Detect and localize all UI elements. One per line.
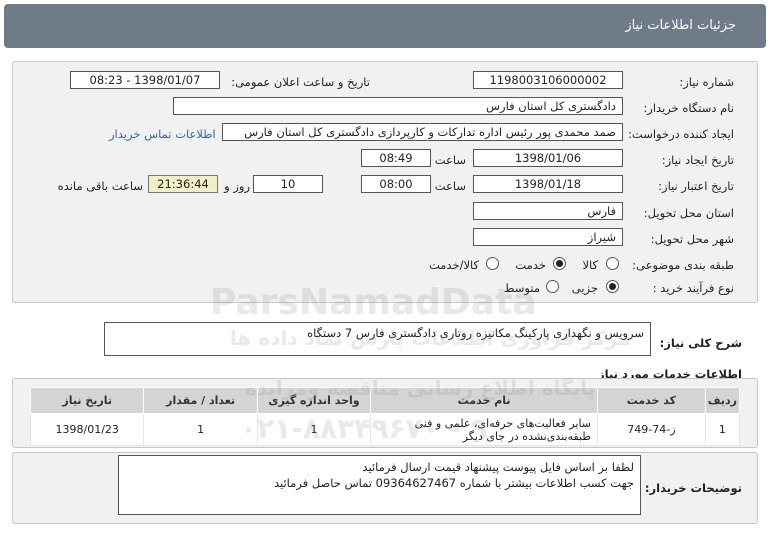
announce-field: 1398/01/07 - 08:23 — [70, 71, 220, 89]
created-date-label: تاریخ ایجاد نیاز: — [661, 153, 734, 167]
notes-field: لطفا بر اساس فایل پیوست پیشنهاد قیمت ارس… — [118, 455, 641, 515]
notes-line-1: لطفا بر اساس فایل پیوست پیشنهاد قیمت ارس… — [362, 460, 634, 474]
notes-line-2: جهت کسب اطلاعات بیشتر با شماره 093646274… — [273, 476, 634, 490]
page-title: جزئیات اطلاعات نیاز — [625, 18, 736, 33]
cell-service-code: ز-74-749 — [597, 413, 706, 446]
created-time-field: 08:49 — [361, 149, 431, 167]
remaining-label: ساعت باقی مانده — [57, 179, 143, 193]
remaining-days-field: 10 — [253, 175, 323, 193]
services-header-row: ردیف کد خدمت نام خدمت واحد اندازه گیری ت… — [29, 387, 741, 414]
valid-time-field: 08:00 — [361, 175, 431, 193]
category-service-radio[interactable] — [553, 257, 566, 270]
category-both-radio[interactable] — [486, 257, 499, 270]
valid-time-label: ساعت — [434, 179, 466, 193]
notes-label: توضیحات خریدار: — [644, 481, 742, 495]
col-row-no: ردیف — [704, 387, 741, 414]
created-time-label: ساعت — [434, 153, 466, 167]
process-label: نوع فرآیند خرید : — [652, 281, 734, 295]
created-date-field: 1398/01/06 — [473, 149, 623, 167]
col-service-code: کد خدمت — [597, 387, 706, 414]
contact-buyer-link[interactable]: اطلاعات تماس خریدار — [109, 127, 216, 141]
need-number-label: شماره نیاز: — [679, 75, 734, 89]
days-label: روز و — [224, 179, 250, 193]
cell-unit: 1 — [256, 413, 372, 446]
process-medium-radio[interactable] — [546, 280, 559, 293]
category-both-label: کالا/خدمت — [428, 258, 479, 272]
summary-label: شرح کلی نیاز: — [659, 336, 742, 350]
category-label: طبقه بندی موضوعی: — [632, 258, 734, 272]
announce-label: تاریخ و ساعت اعلان عمومی: — [231, 75, 370, 89]
process-minor-radio[interactable] — [606, 280, 619, 293]
cell-row-no: 1 — [704, 413, 741, 446]
buyer-org-label: نام دستگاه خریدار: — [643, 101, 734, 115]
col-need-date: تاریخ نیاز — [29, 387, 145, 414]
valid-date-label: تاریخ اعتبار نیاز: — [658, 179, 734, 193]
process-medium-label: متوسط — [503, 281, 540, 295]
buyer-org-field: دادگستری کل استان فارس — [173, 97, 623, 115]
category-goods-radio[interactable] — [606, 257, 619, 270]
cell-quantity: 1 — [143, 413, 258, 446]
services-table: ردیف کد خدمت نام خدمت واحد اندازه گیری ت… — [29, 387, 741, 446]
col-quantity: تعداد / مقدار — [143, 387, 258, 414]
province-label: استان محل تحویل: — [643, 206, 734, 220]
cell-need-date: 1398/01/23 — [29, 413, 145, 446]
page-header: جزئیات اطلاعات نیاز — [4, 4, 766, 48]
valid-date-field: 1398/01/18 — [473, 175, 623, 193]
category-goods-label: کالا — [582, 258, 598, 272]
need-number-field: 1198003106000002 — [473, 71, 623, 89]
summary-field: سرویس و نگهداری پارکینگ مکانیزه روتاری د… — [104, 322, 651, 356]
remaining-time-field: 21:36:44 — [148, 175, 218, 193]
requester-label: ایجاد کننده درخواست: — [628, 127, 734, 141]
category-service-label: خدمت — [515, 258, 546, 272]
city-field: شیراز — [473, 228, 623, 246]
city-label: شهر محل تحویل: — [650, 232, 734, 246]
col-service-name: نام خدمت — [370, 387, 599, 414]
table-row: 1 ز-74-749 سایر فعالیت‌های حرفه‌ای، علمی… — [29, 413, 741, 446]
requester-field: صمد محمدی پور رئیس اداره تدارکات و کارپر… — [222, 123, 623, 141]
cell-service-name: سایر فعالیت‌های حرفه‌ای، علمی و فنی طبقه… — [370, 413, 599, 446]
col-unit: واحد اندازه گیری — [256, 387, 372, 414]
process-minor-label: جزیی — [571, 281, 598, 295]
province-field: فارس — [473, 202, 623, 220]
